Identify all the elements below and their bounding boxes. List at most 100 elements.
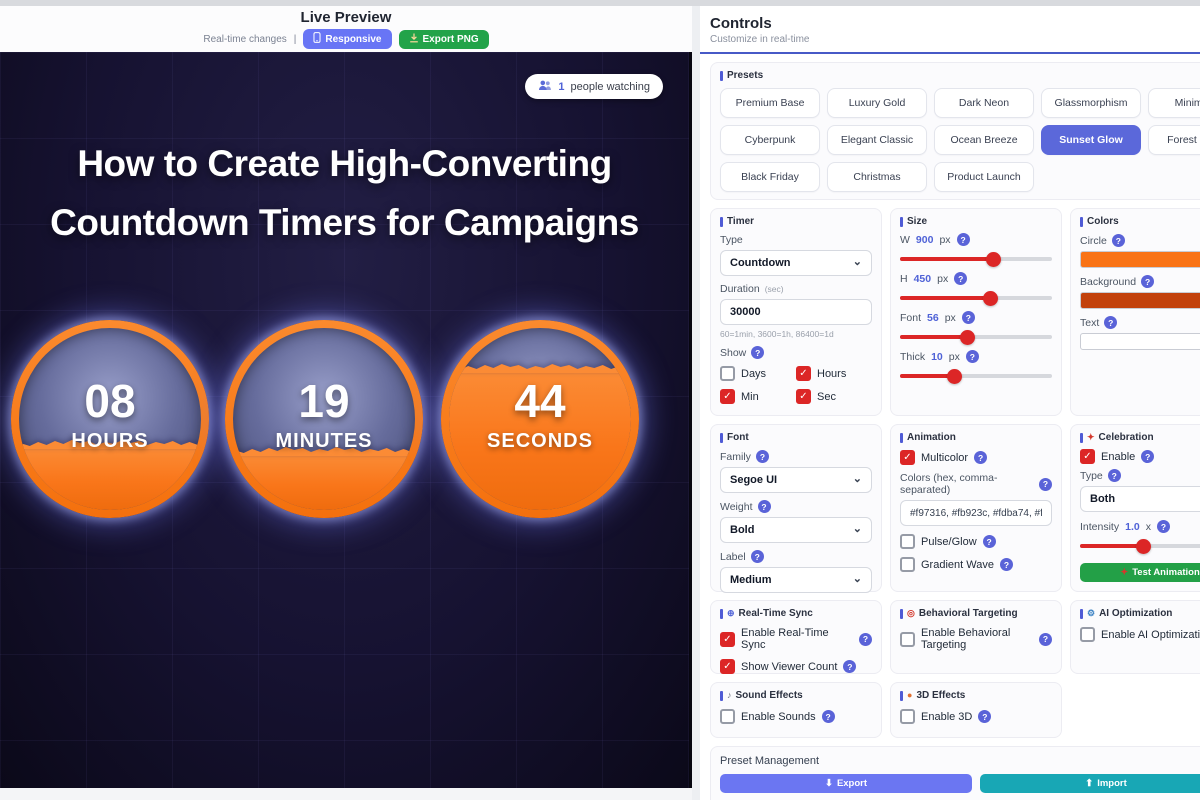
gradient-wave-checkbox[interactable]: Gradient Wave ?	[900, 557, 1052, 572]
help-icon[interactable]: ?	[954, 272, 967, 285]
preset-premium-base[interactable]: Premium Base	[720, 88, 820, 118]
enable-behavioral-checkbox[interactable]: Enable Behavioral Targeting ?	[900, 627, 1052, 651]
checkbox-icon[interactable]	[1080, 627, 1095, 642]
font-family-select[interactable]: Segoe UI⌄	[720, 467, 872, 493]
help-icon[interactable]: ?	[751, 550, 764, 563]
help-icon[interactable]: ?	[1112, 234, 1125, 247]
intensity-slider[interactable]	[1080, 539, 1200, 553]
checkbox-icon[interactable]	[900, 709, 915, 724]
enable-realtime-checkbox[interactable]: ✓ Enable Real-Time Sync ?	[720, 627, 872, 651]
import-preset-button[interactable]: ⬆ Import	[980, 774, 1200, 793]
help-icon[interactable]: ?	[1157, 520, 1170, 533]
help-icon[interactable]: ?	[822, 710, 835, 723]
preset-christmas[interactable]: Christmas	[827, 162, 927, 192]
circle-color-swatch[interactable]	[1080, 251, 1200, 268]
preset-management-section: Preset Management ⬇ Export ⬆ Import ➦ Sh…	[710, 746, 1200, 800]
slider-thumb[interactable]	[986, 252, 1001, 267]
preset-dark-neon[interactable]: Dark Neon	[934, 88, 1034, 118]
checkbox-icon[interactable]	[900, 632, 915, 647]
checkbox-icon[interactable]: ✓	[796, 366, 811, 381]
help-icon[interactable]: ?	[1141, 275, 1154, 288]
font-size-slider[interactable]	[900, 330, 1052, 344]
help-icon[interactable]: ?	[843, 660, 856, 673]
minutes-value: 19	[298, 374, 349, 428]
duration-input[interactable]	[720, 299, 872, 325]
checkbox-icon[interactable]: ✓	[720, 659, 735, 674]
help-icon[interactable]: ?	[974, 451, 987, 464]
checkbox-icon[interactable]: ✓	[720, 389, 735, 404]
realtime-changes-label: Real-time changes	[203, 34, 286, 45]
show-min-checkbox[interactable]: ✓ Min	[720, 389, 796, 404]
celebration-icon: ✦	[1120, 567, 1128, 578]
enable-ai-checkbox[interactable]: Enable AI Optimization ?	[1080, 627, 1200, 642]
help-icon[interactable]: ?	[758, 500, 771, 513]
background-color-swatch[interactable]	[1080, 292, 1200, 309]
preset-elegant-classic[interactable]: Elegant Classic	[827, 125, 927, 155]
checkbox-icon[interactable]	[900, 534, 915, 549]
help-icon[interactable]: ?	[1141, 450, 1154, 463]
slider-thumb[interactable]	[947, 369, 962, 384]
celebration-type-select[interactable]: Both⌄	[1080, 486, 1200, 512]
help-icon[interactable]: ?	[966, 350, 979, 363]
help-icon[interactable]: ?	[1104, 316, 1117, 329]
show-sec-checkbox[interactable]: ✓ Sec	[796, 389, 872, 404]
show-hours-checkbox[interactable]: ✓ Hours	[796, 366, 872, 381]
timer-circle-seconds: 44 SECONDS	[441, 320, 639, 518]
animation-colors-input[interactable]	[900, 500, 1052, 526]
timer-type-select[interactable]: Countdown⌄	[720, 250, 872, 276]
label-size-select[interactable]: Medium⌄	[720, 567, 872, 593]
people-icon	[538, 80, 552, 93]
enable-3d-checkbox[interactable]: Enable 3D ?	[900, 709, 1052, 724]
responsive-button[interactable]: Responsive	[303, 29, 391, 49]
export-preset-button[interactable]: ⬇ Export	[720, 774, 972, 793]
show-viewer-count-checkbox[interactable]: ✓ Show Viewer Count ?	[720, 659, 872, 674]
hours-value: 08	[84, 374, 135, 428]
checkbox-icon[interactable]	[900, 557, 915, 572]
preset-grid: Premium Base Luxury Gold Dark Neon Glass…	[720, 88, 1200, 192]
preset-minimalist[interactable]: Minimalist	[1148, 88, 1200, 118]
help-icon[interactable]: ?	[983, 535, 996, 548]
help-icon[interactable]: ?	[1039, 633, 1052, 646]
checkbox-icon[interactable]	[720, 709, 735, 724]
width-slider[interactable]	[900, 252, 1052, 266]
help-icon[interactable]: ?	[1039, 478, 1052, 491]
help-icon[interactable]: ?	[1108, 469, 1121, 482]
font-weight-select[interactable]: Bold⌄	[720, 517, 872, 543]
slider-thumb[interactable]	[983, 291, 998, 306]
help-icon[interactable]: ?	[751, 346, 764, 359]
help-icon[interactable]: ?	[978, 710, 991, 723]
help-icon[interactable]: ?	[962, 311, 975, 324]
help-icon[interactable]: ?	[756, 450, 769, 463]
celebration-enable-checkbox[interactable]: ✓ Enable ?	[1080, 449, 1200, 464]
thickness-slider[interactable]	[900, 369, 1052, 383]
help-icon[interactable]: ?	[859, 633, 872, 646]
checkbox-icon[interactable]: ✓	[1080, 449, 1095, 464]
preset-luxury-gold[interactable]: Luxury Gold	[827, 88, 927, 118]
preset-glassmorphism[interactable]: Glassmorphism	[1041, 88, 1141, 118]
preset-product-launch[interactable]: Product Launch	[934, 162, 1034, 192]
checkbox-icon[interactable]: ✓	[900, 450, 915, 465]
enable-sounds-checkbox[interactable]: Enable Sounds ?	[720, 709, 872, 724]
preset-sunset-glow[interactable]: Sunset Glow	[1041, 125, 1141, 155]
help-icon[interactable]: ?	[1000, 558, 1013, 571]
show-days-checkbox[interactable]: Days	[720, 366, 796, 381]
text-color-swatch[interactable]	[1080, 333, 1200, 350]
pulse-glow-checkbox[interactable]: Pulse/Glow ?	[900, 534, 1052, 549]
ai-optimization-section: ⚙AI Optimization Enable AI Optimization …	[1070, 600, 1200, 674]
checkbox-icon[interactable]	[720, 366, 735, 381]
multicolor-checkbox[interactable]: ✓ Multicolor ?	[900, 450, 1052, 465]
checkbox-icon[interactable]: ✓	[720, 632, 735, 647]
checkbox-icon[interactable]: ✓	[796, 389, 811, 404]
preset-ocean-breeze[interactable]: Ocean Breeze	[934, 125, 1034, 155]
slider-thumb[interactable]	[1136, 539, 1151, 554]
timer-section: Timer Type Countdown⌄ Duration(sec) 60=1…	[710, 208, 882, 416]
export-png-button[interactable]: Export PNG	[399, 30, 489, 49]
preview-title: Live Preview	[301, 9, 392, 26]
help-icon[interactable]: ?	[957, 233, 970, 246]
preset-black-friday[interactable]: Black Friday	[720, 162, 820, 192]
preset-cyberpunk[interactable]: Cyberpunk	[720, 125, 820, 155]
preset-forest-green[interactable]: Forest Green	[1148, 125, 1200, 155]
slider-thumb[interactable]	[960, 330, 975, 345]
test-animation-button[interactable]: ✦ Test Animation	[1080, 563, 1200, 582]
height-slider[interactable]	[900, 291, 1052, 305]
